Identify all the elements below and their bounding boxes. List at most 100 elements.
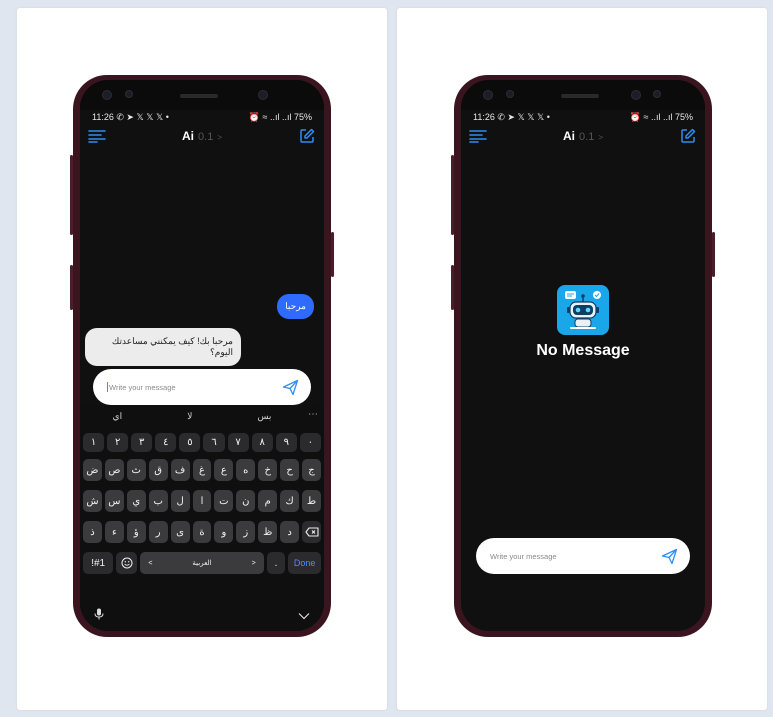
status-system-icons: ⏰ ≈ ..ıl ..ıl bbox=[629, 111, 673, 122]
message-input[interactable]: Write your message bbox=[93, 369, 311, 405]
key[interactable]: ١ bbox=[83, 433, 105, 452]
power-button bbox=[331, 232, 334, 277]
onscreen-keyboard: اي لا بس ⋯ ١ ٢ ٣ ٤ ٥ ٦ ٧ ٨ ٩ ٠ ض ص ث ق ف… bbox=[80, 405, 324, 631]
message-input[interactable]: Write your message bbox=[476, 538, 690, 574]
key[interactable]: ي bbox=[126, 490, 146, 512]
suggestion-1[interactable]: اي bbox=[113, 411, 123, 422]
letter-row-1: ض ص ث ق ف غ ع ه خ ح ج bbox=[83, 459, 321, 481]
key[interactable]: ت bbox=[214, 490, 234, 512]
letter-row-3: ذ ء ؤ ر ى ة و ز ظ د bbox=[83, 521, 321, 543]
front-camera bbox=[102, 90, 112, 100]
ai-message-bubble: مرحبا بك! كيف يمكنني مساعدتك اليوم؟ bbox=[85, 328, 241, 366]
key[interactable]: ٧ bbox=[227, 433, 249, 452]
app-title[interactable]: Ai 0.1 > bbox=[563, 129, 603, 143]
emoji-icon[interactable] bbox=[116, 552, 138, 574]
key[interactable]: م bbox=[258, 490, 278, 512]
key[interactable]: ٦ bbox=[203, 433, 225, 452]
key[interactable]: ٨ bbox=[251, 433, 273, 452]
key[interactable]: خ bbox=[258, 459, 278, 481]
title-label: Ai bbox=[563, 129, 576, 143]
earpiece-speaker bbox=[561, 94, 599, 98]
bottom-key-row: !#1 < العربية > . Done bbox=[83, 552, 321, 574]
user-message-bubble: مرحبا bbox=[277, 294, 314, 319]
key[interactable]: ا bbox=[192, 490, 212, 512]
key[interactable]: ز bbox=[236, 521, 256, 543]
more-options-icon[interactable]: ⋯ bbox=[308, 409, 318, 420]
menu-icon[interactable] bbox=[88, 128, 106, 144]
key[interactable]: ؤ bbox=[126, 521, 146, 543]
phone-screen: 11:26 ✆ ➤ 𝕏 𝕏 𝕏 • ⏰ ≈ ..ıl ..ıl 75% Ai 0… bbox=[80, 80, 324, 631]
backspace-icon[interactable] bbox=[302, 521, 321, 543]
key[interactable]: ش bbox=[83, 490, 102, 512]
key[interactable]: ر bbox=[148, 521, 168, 543]
iris-sensor bbox=[631, 90, 641, 100]
key[interactable]: ج bbox=[302, 459, 321, 481]
edit-icon[interactable] bbox=[679, 128, 697, 144]
bixby-button bbox=[451, 265, 454, 310]
key[interactable]: ٩ bbox=[275, 433, 297, 452]
key[interactable]: غ bbox=[192, 459, 212, 481]
top-bezel bbox=[461, 80, 705, 110]
period-key[interactable]: . bbox=[266, 552, 286, 574]
status-system-icons: ⏰ ≈ ..ıl ..ıl bbox=[248, 111, 292, 122]
key[interactable]: ح bbox=[280, 459, 300, 481]
edit-icon[interactable] bbox=[298, 128, 316, 144]
power-button bbox=[712, 232, 715, 277]
status-bar: 11:26 ✆ ➤ 𝕏 𝕏 𝕏 • ⏰ ≈ ..ıl ..ıl 75% bbox=[92, 111, 312, 123]
key[interactable]: ٠ bbox=[299, 433, 321, 452]
title-label: Ai bbox=[182, 129, 195, 143]
key[interactable]: ٤ bbox=[155, 433, 177, 452]
microphone-icon[interactable] bbox=[94, 607, 104, 625]
key[interactable]: ض bbox=[83, 459, 102, 481]
robot-icon bbox=[557, 285, 609, 335]
symbols-key[interactable]: !#1 bbox=[83, 552, 114, 574]
key[interactable]: ص bbox=[104, 459, 124, 481]
phone-frame: 11:26 ✆ ➤ 𝕏 𝕏 𝕏 • ⏰ ≈ ..ıl ..ıl 75% Ai 0… bbox=[451, 75, 715, 637]
key[interactable]: ٢ bbox=[107, 433, 129, 452]
chevron-right-icon: > bbox=[598, 133, 603, 142]
suggestion-2[interactable]: لا bbox=[187, 411, 192, 422]
sensor bbox=[125, 90, 133, 98]
battery-level: 75% bbox=[293, 111, 312, 122]
key[interactable]: ع bbox=[214, 459, 234, 481]
key[interactable]: ل bbox=[170, 490, 190, 512]
send-icon[interactable] bbox=[660, 547, 678, 565]
key[interactable]: ب bbox=[148, 490, 168, 512]
key[interactable]: ٥ bbox=[179, 433, 201, 452]
done-key[interactable]: Done bbox=[288, 552, 321, 574]
earpiece-speaker bbox=[180, 94, 218, 98]
key[interactable]: ى bbox=[170, 521, 190, 543]
status-time: 11:26 bbox=[92, 111, 114, 122]
space-key[interactable]: < العربية > bbox=[140, 552, 264, 574]
key[interactable]: ث bbox=[126, 459, 146, 481]
key[interactable]: ء bbox=[104, 521, 124, 543]
key[interactable]: د bbox=[280, 521, 300, 543]
key[interactable]: ظ bbox=[258, 521, 278, 543]
version-label: 0.1 bbox=[198, 131, 214, 143]
app-title[interactable]: Ai 0.1 > bbox=[182, 129, 222, 143]
key[interactable]: ذ bbox=[83, 521, 102, 543]
digit-row: ١ ٢ ٣ ٤ ٥ ٦ ٧ ٨ ٩ ٠ bbox=[83, 433, 321, 452]
status-time: 11:26 bbox=[473, 111, 495, 122]
key[interactable]: و bbox=[214, 521, 234, 543]
key[interactable]: ك bbox=[280, 490, 300, 512]
send-icon[interactable] bbox=[281, 378, 299, 396]
message-input-placeholder: Write your message bbox=[490, 551, 557, 561]
key[interactable]: ة bbox=[192, 521, 212, 543]
version-label: 0.1 bbox=[579, 131, 595, 143]
key[interactable]: ه bbox=[236, 459, 256, 481]
key[interactable]: ن bbox=[236, 490, 256, 512]
sensor bbox=[506, 90, 514, 98]
iris-sensor bbox=[258, 90, 268, 100]
key[interactable]: س bbox=[104, 490, 124, 512]
key[interactable]: ٣ bbox=[131, 433, 153, 452]
empty-state-title: No Message bbox=[536, 342, 630, 359]
key[interactable]: ط bbox=[302, 490, 321, 512]
key[interactable]: ف bbox=[170, 459, 190, 481]
bixby-button bbox=[70, 265, 73, 310]
empty-state: No Message bbox=[461, 285, 705, 360]
chevron-down-icon[interactable] bbox=[298, 607, 310, 625]
suggestion-3[interactable]: بس bbox=[257, 411, 271, 422]
key[interactable]: ق bbox=[148, 459, 168, 481]
menu-icon[interactable] bbox=[469, 128, 487, 144]
